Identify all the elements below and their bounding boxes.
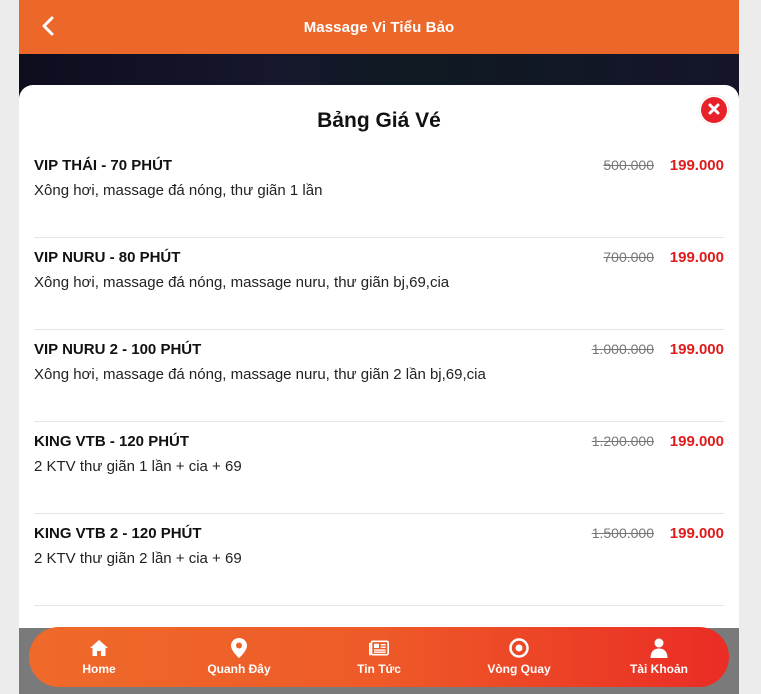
new-price: 199.000 — [669, 157, 724, 174]
page-title: Massage Vi Tiểu Bảo — [303, 18, 455, 36]
price-item[interactable]: KING VTB 2 - 120 PHÚT 2 KTV thư giãn 2 l… — [34, 515, 724, 606]
nav-item-home[interactable]: Home — [29, 627, 169, 687]
back-button[interactable] — [33, 12, 63, 42]
close-button[interactable] — [699, 95, 729, 125]
new-price: 199.000 — [669, 433, 724, 450]
newspaper-icon — [369, 638, 389, 658]
item-description: Xông hơi, massage đá nóng, massage nuru,… — [34, 366, 486, 383]
app-header: Massage Vi Tiểu Bảo — [19, 0, 739, 54]
nav-item-lucky-wheel[interactable]: Vòng Quay — [449, 627, 589, 687]
nav-item-account[interactable]: Tài Khoản — [589, 627, 729, 687]
new-price: 199.000 — [669, 341, 724, 358]
modal-title: Bảng Giá Vé — [317, 109, 441, 132]
item-name: VIP NURU 2 - 100 PHÚT — [34, 341, 202, 358]
nav-label: Home — [82, 662, 116, 676]
item-description: 2 KTV thư giãn 1 lần + cia + 69 — [34, 458, 242, 475]
nav-item-nearby[interactable]: Quanh Đây — [169, 627, 309, 687]
price-item[interactable]: VIP NURU 2 - 100 PHÚT Xông hơi, massage … — [34, 331, 724, 422]
target-icon — [509, 638, 529, 658]
old-price: 1.200.000 — [591, 433, 654, 449]
price-item[interactable]: VIP NURU - 80 PHÚT Xông hơi, massage đá … — [34, 239, 724, 330]
price-item[interactable]: VIP THÁI - 70 PHÚT Xông hơi, massage đá … — [34, 147, 724, 238]
item-name: VIP THÁI - 70 PHÚT — [34, 157, 173, 174]
nav-label: Tài Khoản — [629, 662, 688, 676]
old-price: 500.000 — [603, 157, 654, 173]
home-icon — [89, 638, 109, 658]
user-icon — [649, 638, 669, 658]
item-description: 2 KTV thư giãn 2 lần + cia + 69 — [34, 550, 242, 567]
nav-label: Quanh Đây — [207, 662, 271, 676]
item-name: KING VTB - 120 PHÚT — [34, 433, 190, 450]
nav-label: Vòng Quay — [487, 662, 551, 676]
close-icon — [708, 100, 720, 120]
item-name: KING VTB 2 - 120 PHÚT — [34, 525, 202, 542]
new-price: 199.000 — [669, 249, 724, 266]
item-description: Xông hơi, massage đá nóng, massage nuru,… — [34, 274, 450, 291]
new-price: 199.000 — [669, 525, 724, 542]
item-description: Xông hơi, massage đá nóng, thư giãn 1 lầ… — [34, 182, 323, 199]
price-list: VIP THÁI - 70 PHÚT Xông hơi, massage đá … — [34, 147, 724, 607]
price-list-modal: Bảng Giá Vé VIP THÁI - 70 PHÚT Xông hơi,… — [19, 85, 739, 645]
nav-label: Tin Tức — [357, 662, 401, 676]
old-price: 1.000.000 — [591, 341, 654, 357]
map-pin-icon — [229, 638, 249, 658]
chevron-left-icon — [41, 14, 55, 40]
app-screen: Massage Vi Tiểu Bảo Bảng Giá Vé VIP THÁI… — [19, 0, 739, 694]
item-name: VIP NURU - 80 PHÚT — [34, 249, 181, 266]
old-price: 700.000 — [603, 249, 654, 265]
nav-item-news[interactable]: Tin Tức — [309, 627, 449, 687]
bottom-nav: Home Quanh Đây Tin Tức Vòng Quay Tài Kho… — [29, 627, 729, 687]
old-price: 1.500.000 — [591, 525, 654, 541]
price-item[interactable]: KING VTB - 120 PHÚT 2 KTV thư giãn 1 lần… — [34, 423, 724, 514]
